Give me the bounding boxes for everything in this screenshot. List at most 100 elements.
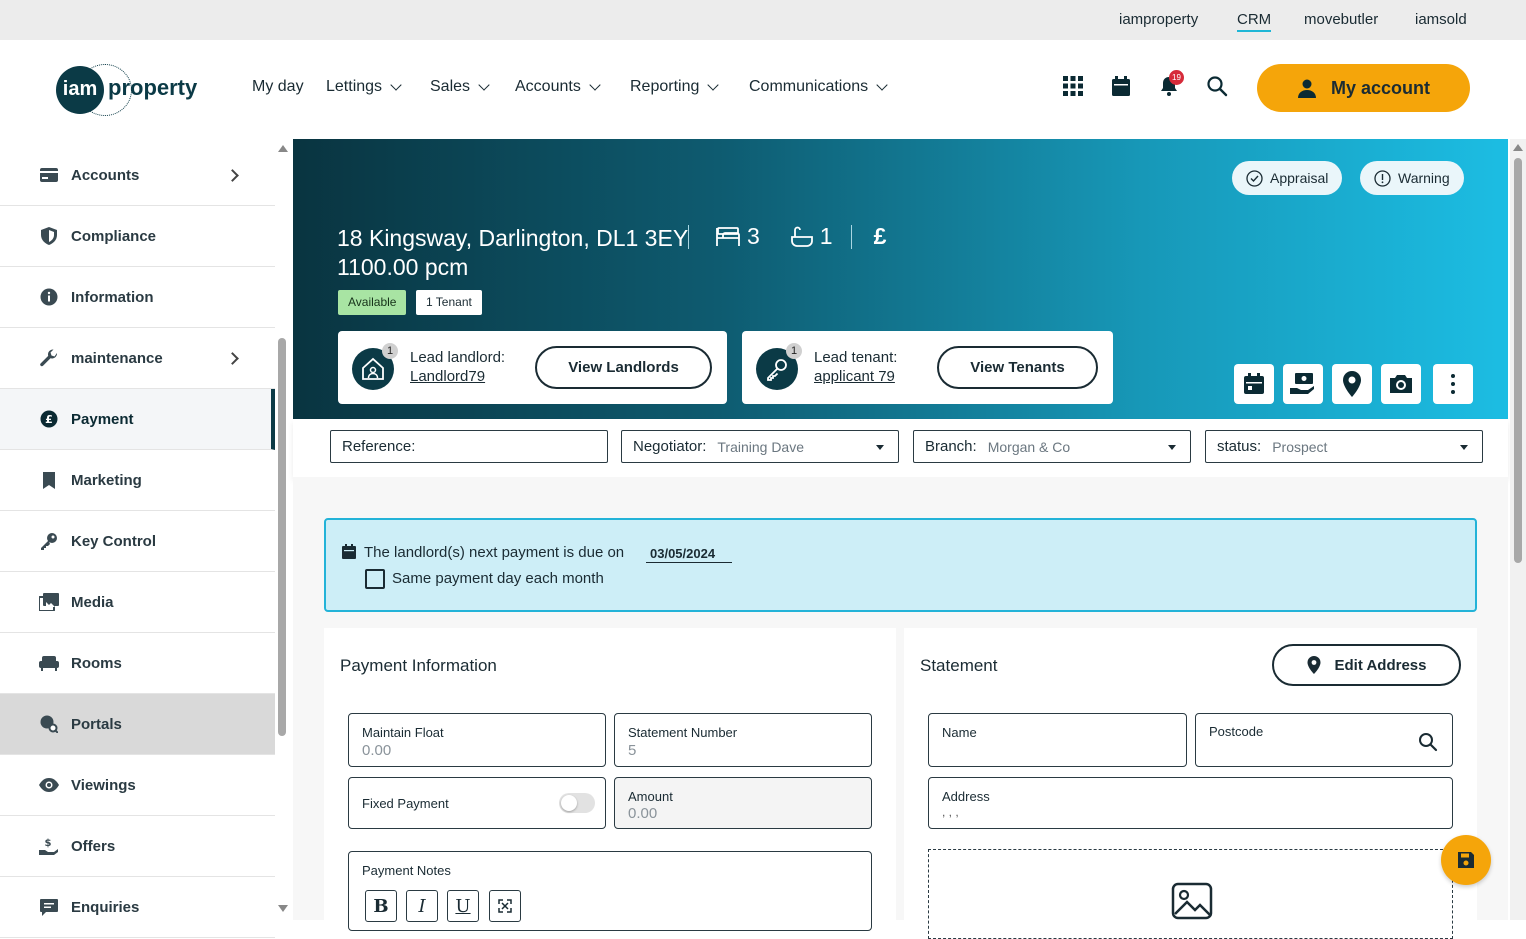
my-account-button[interactable]: My account [1257,64,1470,112]
calendar-icon [342,544,356,559]
sidebar-item-offers[interactable]: $ Offers [0,816,275,877]
reference-field[interactable]: Reference: [330,430,608,463]
link-movebutler[interactable]: movebutler [1304,11,1378,28]
property-filters: Reference: Negotiator: Training Dave Bra… [293,419,1508,477]
fullscreen-button[interactable] [489,890,521,922]
statement-number-field[interactable]: Statement Number 5 [614,713,872,767]
search-icon[interactable] [1418,732,1438,752]
sidebar-item-portals[interactable]: Portals [0,694,275,755]
sidebar-item-maintenance[interactable]: maintenance [0,328,275,389]
link-crm[interactable]: CRM [1237,11,1272,32]
field-value: 0.00 [362,742,392,759]
link-iamproperty[interactable]: iamproperty [1119,11,1198,28]
nav-reporting[interactable]: Reporting [630,78,720,96]
camera-tool-button[interactable] [1381,364,1421,404]
lead-landlord-link[interactable]: Landlord79 [410,368,485,385]
map-pin-tool-button[interactable] [1332,364,1372,404]
currency-symbol: £ [873,223,887,249]
chevron-right-icon [226,352,239,365]
images-icon [39,592,59,612]
payment-information-title: Payment Information [340,656,497,675]
edit-address-button[interactable]: Edit Address [1272,644,1461,686]
same-day-checkbox[interactable] [365,569,385,589]
nav-my-day[interactable]: My day [252,78,304,96]
sidebar-item-enquiries[interactable]: Enquiries [0,877,275,938]
branch-select[interactable]: Branch: Morgan & Co [913,430,1191,463]
svg-text:$: $ [45,838,52,849]
warning-badge[interactable]: Warning [1360,161,1464,195]
scroll-down-arrow-icon[interactable] [278,905,288,912]
bell-icon[interactable]: 19 [1158,70,1184,99]
hand-money-tool-button[interactable] [1283,364,1323,404]
divider [688,224,689,249]
calendar-icon[interactable] [1110,75,1134,99]
lead-tenant-link[interactable]: applicant 79 [814,368,895,385]
sidebar-item-media[interactable]: Media [0,572,275,633]
sidebar-item-payment[interactable]: £ Payment [0,389,275,450]
status-select[interactable]: status: Prospect [1205,430,1483,463]
globe-search-icon [39,714,59,734]
field-label: Fixed Payment [362,796,449,811]
sidebar-item-marketing[interactable]: Marketing [0,450,275,511]
status-value: Prospect [1272,438,1328,455]
sidebar-item-key-control[interactable]: Key Control [0,511,275,572]
map-pin-icon [1307,656,1321,674]
italic-button[interactable]: I [406,890,438,922]
nav-accounts[interactable]: Accounts [515,78,601,96]
property-title: 18 Kingsway, Darlington, DL1 3EY [337,223,688,254]
view-landlords-button[interactable]: View Landlords [535,346,712,389]
fixed-payment-toggle[interactable] [559,793,595,813]
main-scroll-thumb[interactable] [1514,158,1522,563]
sidebar-item-compliance[interactable]: Compliance [0,206,275,267]
camera-icon [1390,375,1412,393]
calendar-tool-button[interactable] [1234,364,1274,404]
sidebar-item-label: Rooms [71,654,122,672]
sidebar-item-accounts[interactable]: Accounts [0,145,275,206]
eye-icon [39,775,59,795]
search-icon[interactable] [1206,75,1230,99]
floppy-disk-icon [1458,852,1474,868]
nav-communications[interactable]: Communications [749,78,888,96]
negotiator-select[interactable]: Negotiator: Training Dave [621,430,899,463]
bathrooms-count: 1 [819,223,833,249]
bold-button[interactable]: B [365,890,397,922]
nav-lettings[interactable]: Lettings [326,78,402,96]
notification-badge: 19 [1169,70,1184,85]
divider [850,224,852,249]
field-label: Amount [628,789,673,804]
map-pin-icon [1343,371,1361,397]
my-account-label: My account [1330,77,1431,98]
landlord-count-badge: 1 [382,343,398,359]
amount-field[interactable]: Amount 0.00 [614,777,872,829]
appraisal-label: Appraisal [1270,170,1329,186]
scroll-up-arrow-icon[interactable] [1513,144,1523,151]
scroll-up-arrow-icon[interactable] [278,145,288,152]
appraisal-badge[interactable]: Appraisal [1232,161,1343,195]
link-iamsold[interactable]: iamsold [1415,11,1467,28]
maintain-float-field[interactable]: Maintain Float 0.00 [348,713,606,767]
caret-down-icon [1168,445,1176,450]
save-button[interactable] [1441,835,1491,885]
sidebar-item-label: Enquiries [71,898,140,916]
hand-coin-icon: $ [39,836,59,856]
underline-button[interactable]: U [447,890,479,922]
sidebar-item-viewings[interactable]: Viewings [0,755,275,816]
field-value: 5 [628,742,637,759]
payment-due-date[interactable]: 03/05/2024 [646,544,732,563]
apps-grid-icon[interactable] [1062,75,1086,99]
sidebar-scroll-thumb[interactable] [278,338,286,736]
bedrooms-count: 3 [747,223,760,249]
image-upload-dropzone[interactable] [928,849,1453,939]
sidebar-item-information[interactable]: Information [0,267,275,328]
view-tenants-button[interactable]: View Tenants [937,346,1098,389]
statement-address-field[interactable]: Address , , , [928,777,1453,829]
top-bar: iamproperty CRM movebutler iamsold [0,0,1526,40]
nav-sales[interactable]: Sales [430,78,490,96]
logo[interactable]: iam property [56,64,206,116]
chevron-down-icon [707,78,720,91]
statement-postcode-field[interactable]: Postcode [1195,713,1453,767]
statement-name-field[interactable]: Name [928,713,1187,767]
nav-label: Reporting [630,78,700,95]
more-tool-button[interactable] [1433,364,1473,404]
sidebar-item-rooms[interactable]: Rooms [0,633,275,694]
